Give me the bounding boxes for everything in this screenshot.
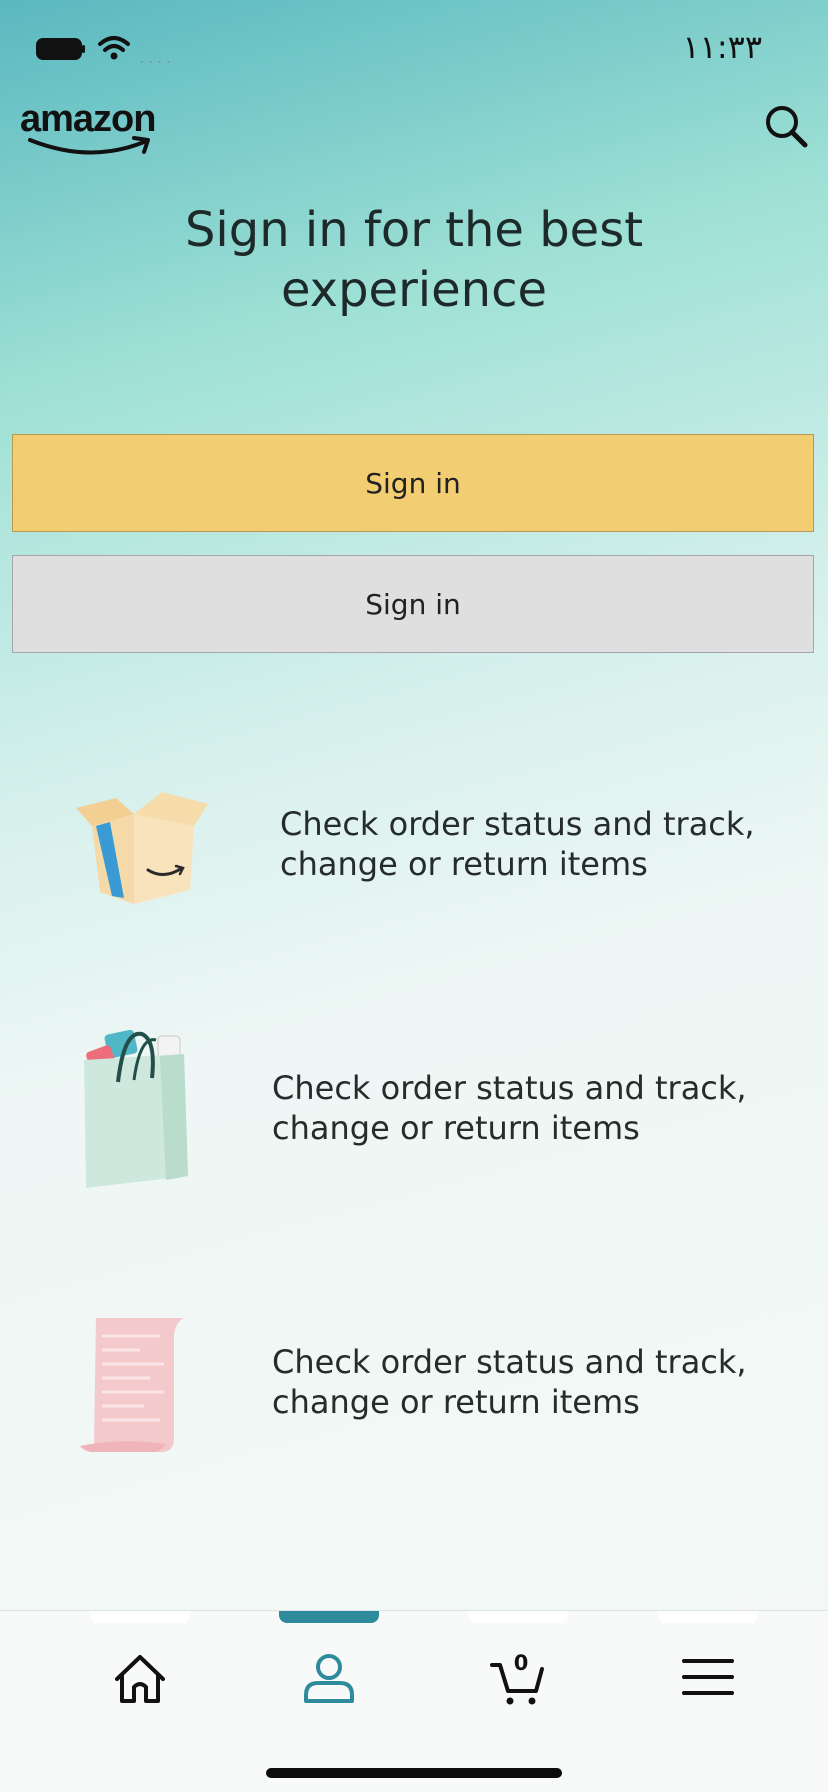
home-icon <box>115 1655 165 1703</box>
tab-account[interactable] <box>293 1643 365 1715</box>
receipt-icon <box>80 1318 184 1452</box>
shopping-bag-icon <box>84 1029 188 1188</box>
box-icon <box>76 792 208 904</box>
feature-shopping-bag: Check order status and track, change or … <box>0 1026 828 1192</box>
status-time: ١١:٣٣ <box>682 28 762 66</box>
home-indicator[interactable] <box>266 1768 562 1778</box>
signal-indicator: .... <box>138 52 174 67</box>
page-title: Sign in for the best experience <box>60 200 768 320</box>
feature-text-line2: change or return items <box>280 845 648 883</box>
feature-text: Check order status and track, change or … <box>272 1342 792 1422</box>
tab-indicator-cart <box>468 1611 568 1623</box>
feature-text-line2: change or return items <box>272 1109 640 1147</box>
search-icon <box>766 106 808 148</box>
account-icon <box>304 1654 354 1703</box>
search-button[interactable] <box>762 102 810 150</box>
tab-indicator-home <box>90 1611 190 1623</box>
tab-indicator-account <box>279 1611 379 1623</box>
tab-home[interactable] <box>104 1643 176 1715</box>
feature-receipt: Check order status and track, change or … <box>0 1312 828 1452</box>
feature-text-line1: Check order status and track, <box>280 805 755 843</box>
bottom-tab-bar: 0 <box>0 1610 828 1792</box>
page-title-line1: Sign in for the best <box>184 202 644 258</box>
menu-icon <box>682 1659 734 1695</box>
wifi-icon <box>98 36 130 60</box>
battery-icon <box>36 38 85 60</box>
sign-in-button[interactable]: Sign in <box>12 434 814 532</box>
tab-cart[interactable]: 0 <box>482 1643 554 1715</box>
page-title-line2: experience <box>280 262 548 318</box>
app-header: amazon <box>0 96 828 162</box>
sign-in-secondary-button[interactable]: Sign in <box>12 555 814 653</box>
cart-icon: 0 <box>490 1651 544 1705</box>
feature-text-line2: change or return items <box>272 1383 640 1421</box>
tab-indicator-menu <box>658 1611 758 1623</box>
feature-text: Check order status and track, change or … <box>272 1068 792 1148</box>
cart-badge: 0 <box>514 1651 529 1675</box>
amazon-logo[interactable]: amazon <box>20 98 172 160</box>
feature-text: Check order status and track, change or … <box>280 804 800 884</box>
logo-smile-icon <box>28 136 150 155</box>
feature-text-line1: Check order status and track, <box>272 1343 747 1381</box>
status-bar: .... ١١:٣٣ <box>0 0 828 96</box>
tab-menu[interactable] <box>672 1643 744 1715</box>
sign-in-screen: .... ١١:٣٣ amazon Sign in for the best e… <box>0 0 828 1792</box>
feature-text-line1: Check order status and track, <box>272 1069 747 1107</box>
feature-track-orders: Check order status and track, change or … <box>0 780 828 920</box>
